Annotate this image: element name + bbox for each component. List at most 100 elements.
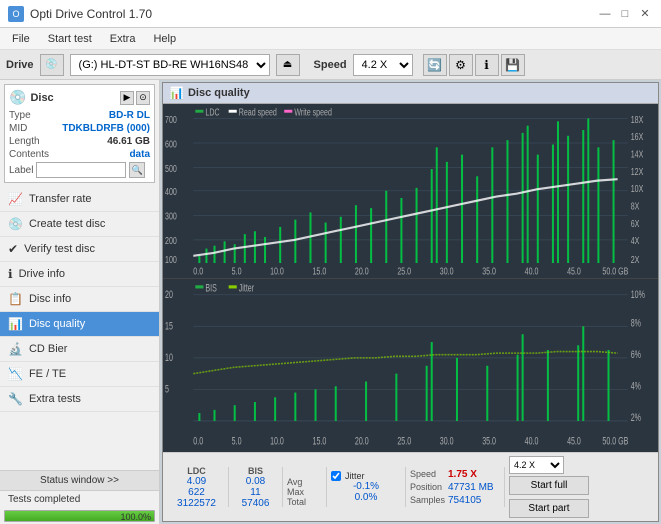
disc-icon: 💿 bbox=[9, 89, 26, 106]
progress-text: 100.0% bbox=[120, 511, 151, 522]
drive-label: Drive bbox=[6, 59, 34, 71]
sidebar-item-cd-bier-label: CD Bier bbox=[29, 343, 68, 355]
sidebar-item-fe-te[interactable]: 📉 FE / TE bbox=[0, 362, 159, 387]
dq-title: Disc quality bbox=[188, 87, 250, 99]
speed-select[interactable]: 4.2 X bbox=[353, 54, 413, 76]
svg-text:4%: 4% bbox=[631, 379, 641, 391]
stats-bis-max: 11 bbox=[233, 487, 278, 498]
svg-text:50.0 GB: 50.0 GB bbox=[602, 435, 628, 447]
svg-text:20: 20 bbox=[165, 288, 173, 300]
save-button[interactable]: 💾 bbox=[501, 54, 525, 76]
close-button[interactable]: ✕ bbox=[637, 6, 653, 22]
drive-icon-btn[interactable]: 💿 bbox=[40, 54, 64, 76]
stats-jitter-max: 0.0% bbox=[331, 492, 401, 503]
stats-max-label: Max bbox=[287, 487, 322, 497]
svg-text:8%: 8% bbox=[631, 316, 641, 328]
chart-top-svg: 700 600 500 400 300 200 100 18X 16X 14X … bbox=[163, 104, 658, 278]
drivebar: Drive 💿 (G:) HL-DT-ST BD-RE WH16NS48 1.D… bbox=[0, 50, 661, 80]
stats-ldc-header: LDC bbox=[169, 466, 224, 476]
disc-contents-row: Contents data bbox=[9, 149, 150, 160]
sidebar-item-extra-tests[interactable]: 🔧 Extra tests bbox=[0, 387, 159, 412]
jitter-label: Jitter bbox=[345, 471, 365, 481]
svg-text:6X: 6X bbox=[631, 218, 640, 230]
titlebar: O Opti Drive Control 1.70 — □ ✕ bbox=[0, 0, 661, 28]
stats-ldc-total: 3122572 bbox=[169, 498, 224, 509]
svg-text:2X: 2X bbox=[631, 254, 640, 266]
menu-extra[interactable]: Extra bbox=[102, 31, 144, 47]
dq-header: 📊 Disc quality bbox=[163, 83, 658, 104]
stats-divider-1 bbox=[228, 467, 229, 507]
content-area: 📊 Disc quality bbox=[160, 80, 661, 524]
status-window-button[interactable]: Status window >> bbox=[0, 471, 159, 491]
stats-col-bis: BIS 0.08 11 57406 bbox=[233, 466, 278, 509]
svg-text:2%: 2% bbox=[631, 411, 641, 423]
refresh-button[interactable]: 🔄 bbox=[423, 54, 447, 76]
svg-text:BIS: BIS bbox=[205, 282, 216, 294]
position-key: Position bbox=[410, 482, 445, 492]
disc-btn-1[interactable]: ▶ bbox=[120, 91, 134, 105]
toolbar-icons: 🔄 ⚙ ℹ 💾 bbox=[423, 54, 525, 76]
disc-header: 💿 Disc ▶ ⊙ bbox=[9, 89, 150, 106]
speed-label: Speed bbox=[314, 59, 347, 71]
info-button[interactable]: ℹ bbox=[475, 54, 499, 76]
start-full-button[interactable]: Start full bbox=[509, 476, 589, 495]
stats-ldc-avg: 4.09 bbox=[169, 476, 224, 487]
svg-text:5.0: 5.0 bbox=[232, 435, 242, 447]
sidebar-item-drive-info[interactable]: ℹ Drive info bbox=[0, 262, 159, 287]
maximize-button[interactable]: □ bbox=[617, 6, 633, 22]
sidebar-item-disc-quality-label: Disc quality bbox=[29, 318, 85, 330]
minimize-button[interactable]: — bbox=[597, 6, 613, 22]
sidebar-item-create-test-disc[interactable]: 💿 Create test disc bbox=[0, 212, 159, 237]
status-text: Tests completed bbox=[0, 491, 159, 508]
progress-bar-container: 100.0% bbox=[4, 510, 155, 522]
jitter-checkbox[interactable] bbox=[331, 471, 341, 481]
svg-text:15.0: 15.0 bbox=[313, 435, 327, 447]
settings-button[interactable]: ⚙ bbox=[449, 54, 473, 76]
menu-file[interactable]: File bbox=[4, 31, 38, 47]
start-part-button[interactable]: Start part bbox=[509, 499, 589, 518]
svg-text:15.0: 15.0 bbox=[313, 265, 327, 277]
sidebar-item-fe-te-label: FE / TE bbox=[29, 368, 66, 380]
titlebar-left: O Opti Drive Control 1.70 bbox=[8, 6, 152, 22]
sidebar-item-cd-bier[interactable]: 🔬 CD Bier bbox=[0, 337, 159, 362]
stats-bis-total: 57406 bbox=[233, 498, 278, 509]
svg-text:25.0: 25.0 bbox=[397, 265, 411, 277]
disc-label-input[interactable] bbox=[36, 162, 126, 178]
sidebar-item-disc-info-label: Disc info bbox=[29, 293, 71, 305]
eject-button[interactable]: ⏏ bbox=[276, 54, 300, 76]
sidebar-item-create-test-disc-label: Create test disc bbox=[29, 218, 105, 230]
disc-label-btn[interactable]: 🔍 bbox=[129, 162, 145, 178]
svg-text:14X: 14X bbox=[631, 148, 644, 160]
sidebar-item-transfer-rate[interactable]: 📈 Transfer rate bbox=[0, 187, 159, 212]
disc-section-title: Disc bbox=[30, 92, 53, 104]
sidebar-item-drive-info-label: Drive info bbox=[19, 268, 65, 280]
svg-text:35.0: 35.0 bbox=[482, 265, 496, 277]
svg-text:45.0: 45.0 bbox=[567, 265, 581, 277]
svg-text:600: 600 bbox=[165, 138, 177, 150]
svg-text:0.0: 0.0 bbox=[193, 435, 203, 447]
disc-label-row: Label 🔍 bbox=[9, 162, 150, 178]
menu-help[interactable]: Help bbox=[145, 31, 184, 47]
position-row: Position 47731 MB bbox=[410, 482, 500, 493]
sidebar-item-verify-test-disc[interactable]: ✔ Verify test disc bbox=[0, 237, 159, 262]
svg-text:20.0: 20.0 bbox=[355, 265, 369, 277]
svg-text:5: 5 bbox=[165, 383, 169, 395]
stats-row-labels: Avg Max Total bbox=[287, 467, 322, 507]
sidebar-item-disc-info[interactable]: 📋 Disc info bbox=[0, 287, 159, 312]
svg-text:50.0 GB: 50.0 GB bbox=[602, 265, 628, 277]
drive-select[interactable]: (G:) HL-DT-ST BD-RE WH16NS48 1.D3 bbox=[70, 54, 270, 76]
dq-icon: 📊 bbox=[169, 86, 184, 100]
cd-bier-icon: 🔬 bbox=[8, 342, 23, 356]
svg-text:LDC: LDC bbox=[205, 106, 219, 118]
disc-info-icon: 📋 bbox=[8, 292, 23, 306]
app-title: Opti Drive Control 1.70 bbox=[30, 7, 152, 21]
sidebar-item-disc-quality[interactable]: 📊 Disc quality bbox=[0, 312, 159, 337]
stats-speed-select[interactable]: 4.2 X bbox=[509, 456, 564, 474]
disc-btn-2[interactable]: ⊙ bbox=[136, 91, 150, 105]
svg-text:8X: 8X bbox=[631, 200, 640, 212]
stats-bar: LDC 4.09 622 3122572 BIS 0.08 11 57406 bbox=[163, 452, 658, 521]
app-icon: O bbox=[8, 6, 24, 22]
sidebar-item-extra-tests-label: Extra tests bbox=[29, 393, 81, 405]
samples-val: 754105 bbox=[448, 495, 481, 506]
menu-start-test[interactable]: Start test bbox=[40, 31, 100, 47]
